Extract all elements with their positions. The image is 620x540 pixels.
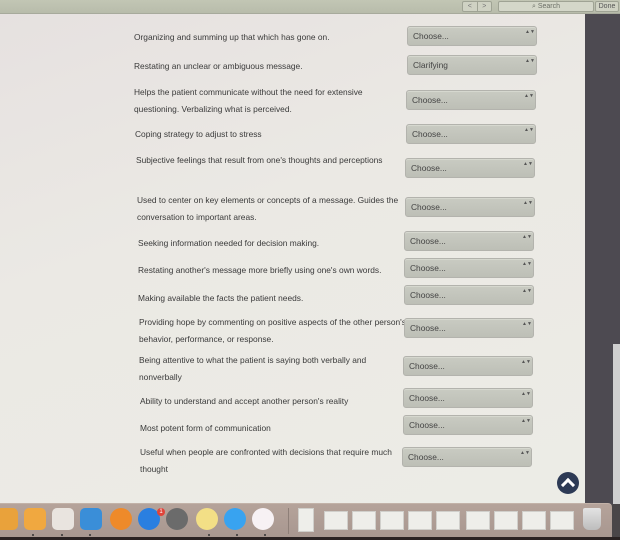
answer-select[interactable]: Choose... ▲▼	[406, 90, 536, 110]
answer-select[interactable]: Choose... ▲▼	[403, 388, 533, 408]
selected-value: Choose...	[412, 129, 448, 139]
dock-document-thumbnail[interactable]	[298, 508, 314, 532]
dock-document-thumbnail[interactable]	[380, 511, 404, 530]
answer-select[interactable]: Choose... ▲▼	[404, 318, 534, 338]
select-arrows-icon: ▲▼	[521, 391, 531, 397]
dock-app-stickies-icon[interactable]	[196, 508, 218, 530]
selected-value: Choose...	[409, 420, 445, 430]
answer-select[interactable]: Choose... ▲▼	[407, 26, 537, 46]
select-arrows-icon: ▲▼	[523, 200, 533, 206]
answer-select[interactable]: Choose... ▲▼	[404, 231, 534, 251]
select-arrows-icon: ▲▼	[521, 418, 531, 424]
selected-value: Choose...	[409, 393, 445, 403]
dock-document-thumbnail[interactable]	[352, 511, 376, 530]
question-text: Organizing and summing up that which has…	[134, 32, 330, 42]
dock-app-keynote-icon[interactable]	[80, 508, 102, 530]
question-text: Useful when people are confronted with d…	[140, 447, 392, 474]
running-indicator	[208, 534, 210, 536]
selected-value: Clarifying	[413, 60, 448, 70]
back-button[interactable]: <	[463, 2, 477, 11]
question-text: Seeking information needed for decision …	[138, 238, 320, 248]
question-text: Providing hope by commenting on positive…	[139, 317, 406, 344]
dock-app-pages-icon[interactable]	[24, 508, 46, 530]
scroll-to-top-button[interactable]	[557, 472, 579, 494]
trash-icon[interactable]	[583, 508, 601, 530]
dock-app-messages-icon[interactable]	[224, 508, 246, 530]
selected-value: Choose...	[411, 202, 447, 212]
dock-app-system-preferences-icon[interactable]	[166, 508, 188, 530]
answer-select[interactable]: Clarifying ▲▼	[407, 55, 537, 75]
select-arrows-icon: ▲▼	[520, 450, 530, 456]
selected-value: Choose...	[409, 361, 445, 371]
dock-app-photos-icon[interactable]	[0, 508, 18, 530]
dock-app-ibooks-icon[interactable]	[110, 508, 132, 530]
answer-select[interactable]: Choose... ▲▼	[405, 197, 535, 217]
answer-select[interactable]: Choose... ▲▼	[404, 258, 534, 278]
search-input[interactable]: ⌕ Search	[498, 1, 594, 12]
search-placeholder: Search	[537, 3, 561, 10]
question-text: Restating another's message more briefly…	[138, 265, 382, 275]
question-text: Most potent form of communication	[140, 423, 271, 433]
selected-value: Choose...	[413, 31, 449, 41]
running-indicator	[61, 534, 63, 536]
selected-value: Choose...	[411, 163, 447, 173]
dock-document-thumbnail[interactable]	[522, 511, 546, 530]
selected-value: Choose...	[408, 452, 444, 462]
select-arrows-icon: ▲▼	[525, 58, 535, 64]
browser-toolbar: < > ⌕ Search Done	[0, 0, 620, 14]
select-arrows-icon: ▲▼	[522, 288, 532, 294]
selected-value: Choose...	[410, 290, 446, 300]
select-arrows-icon: ▲▼	[521, 359, 531, 365]
background-window	[585, 14, 620, 504]
question-text: Coping strategy to adjust to stress	[135, 129, 262, 139]
running-indicator	[89, 534, 91, 536]
question-text: Ability to understand and accept another…	[140, 396, 349, 406]
dock-document-thumbnail[interactable]	[408, 511, 432, 530]
select-arrows-icon: ▲▼	[525, 29, 535, 35]
dock-document-thumbnail[interactable]	[466, 511, 490, 530]
selected-value: Choose...	[410, 263, 446, 273]
selected-value: Choose...	[412, 95, 448, 105]
question-text: Making available the facts the patient n…	[138, 293, 304, 303]
select-arrows-icon: ▲▼	[522, 321, 532, 327]
running-indicator	[32, 534, 34, 536]
running-indicator	[264, 534, 266, 536]
dock-document-thumbnail[interactable]	[494, 511, 518, 530]
select-arrows-icon: ▲▼	[523, 161, 533, 167]
select-arrows-icon: ▲▼	[522, 261, 532, 267]
dock-app-numbers-icon[interactable]	[52, 508, 74, 530]
app-store-badge: 1	[157, 508, 165, 516]
answer-select[interactable]: Choose... ▲▼	[404, 285, 534, 305]
dock-separator	[288, 508, 289, 534]
forward-button[interactable]: >	[476, 2, 492, 11]
dock: 1	[0, 503, 612, 537]
question-text: Restating an unclear or ambiguous messag…	[134, 61, 303, 71]
question-text: Helps the patient communicate without th…	[134, 87, 363, 114]
nav-buttons: < >	[462, 1, 492, 12]
answer-select[interactable]: Choose... ▲▼	[402, 447, 532, 467]
running-indicator	[236, 534, 238, 536]
quiz-page: Organizing and summing up that which has…	[0, 14, 585, 504]
dock-document-thumbnail[interactable]	[550, 511, 574, 530]
background-window-edge	[613, 344, 620, 504]
select-arrows-icon: ▲▼	[522, 234, 532, 240]
select-arrows-icon: ▲▼	[524, 93, 534, 99]
dock-document-thumbnail[interactable]	[324, 511, 348, 530]
answer-select[interactable]: Choose... ▲▼	[403, 415, 533, 435]
dock-app-itunes-icon[interactable]	[252, 508, 274, 530]
selected-value: Choose...	[410, 236, 446, 246]
dock-document-thumbnail[interactable]	[436, 511, 460, 530]
question-text: Being attentive to what the patient is s…	[139, 355, 367, 382]
select-arrows-icon: ▲▼	[524, 127, 534, 133]
question-text: Subjective feelings that result from one…	[136, 155, 383, 165]
answer-select[interactable]: Choose... ▲▼	[403, 356, 533, 376]
selected-value: Choose...	[410, 323, 446, 333]
answer-select[interactable]: Choose... ▲▼	[406, 124, 536, 144]
question-text: Used to center on key elements or concep…	[137, 195, 399, 222]
done-button[interactable]: Done	[595, 1, 619, 12]
answer-select[interactable]: Choose... ▲▼	[405, 158, 535, 178]
